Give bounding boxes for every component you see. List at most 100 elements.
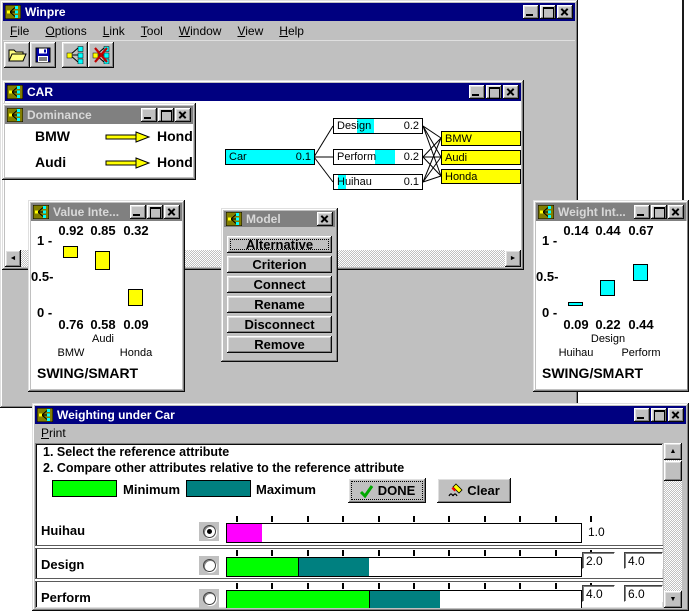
- maximum-color-swatch: [186, 480, 251, 497]
- max-value-field[interactable]: 4.0: [624, 552, 663, 569]
- maximum-bar: [298, 558, 369, 576]
- tree-node-audi[interactable]: Audi: [441, 150, 521, 165]
- dominance-arrow-icon: [105, 131, 151, 143]
- minimize-button[interactable]: [634, 408, 650, 422]
- close-button[interactable]: [668, 205, 684, 219]
- reference-radio[interactable]: [203, 592, 216, 605]
- remove-model-button[interactable]: [88, 42, 114, 68]
- min-value-field[interactable]: 2.0: [582, 552, 615, 569]
- node-label: Car: [229, 151, 247, 163]
- tree-node-perform[interactable]: Perform 0.2: [333, 149, 423, 165]
- minimize-button[interactable]: [469, 85, 485, 99]
- menu-options[interactable]: Options: [43, 23, 88, 39]
- vertical-scrollbar[interactable]: ▲ ▼: [664, 443, 682, 608]
- scroll-right-button[interactable]: ►: [505, 250, 521, 267]
- connect-button[interactable]: Connect: [227, 276, 332, 293]
- rename-button[interactable]: Rename: [227, 296, 332, 313]
- clear-label: Clear: [467, 483, 500, 498]
- maximize-button[interactable]: [651, 205, 667, 219]
- maximize-button[interactable]: [651, 408, 667, 422]
- scrollbar-thumb[interactable]: [664, 461, 682, 481]
- dominance-content: BMW Honda Audi Honda: [5, 124, 193, 177]
- close-button[interactable]: [503, 85, 519, 99]
- alternative-button[interactable]: Alternative: [227, 236, 332, 253]
- weighting-row-design: Design 2.0 4.0: [35, 547, 663, 580]
- category-label: Honda: [109, 347, 163, 359]
- minimize-button[interactable]: [130, 205, 146, 219]
- minimize-button[interactable]: [634, 205, 650, 219]
- car-titlebar[interactable]: CAR: [5, 83, 521, 101]
- max-value-field[interactable]: 6.0: [624, 585, 663, 602]
- menu-window[interactable]: Window: [177, 23, 224, 39]
- reference-radio[interactable]: [203, 525, 216, 538]
- interval-box: [568, 302, 583, 306]
- model-titlebar[interactable]: Model: [224, 211, 335, 227]
- menu-link[interactable]: Link: [101, 23, 127, 39]
- node-value: 0.1: [296, 151, 311, 163]
- weight-slider[interactable]: [226, 557, 582, 577]
- tree-node-bmw[interactable]: BMW: [441, 131, 521, 146]
- save-button[interactable]: [30, 42, 56, 68]
- tree-node-huihau[interactable]: Huihau 0.1: [333, 174, 423, 190]
- row-label: Huihau: [41, 523, 85, 538]
- app-icon: [5, 5, 21, 19]
- upper-bound-value: 0.92: [53, 223, 89, 238]
- model-tree-icon: [66, 46, 84, 64]
- minimize-button[interactable]: [141, 108, 157, 122]
- dominance-titlebar[interactable]: Dominance: [5, 106, 193, 124]
- close-button[interactable]: [164, 205, 180, 219]
- menu-file[interactable]: File: [8, 23, 31, 39]
- close-button[interactable]: [175, 108, 191, 122]
- done-button[interactable]: DONE: [348, 478, 426, 503]
- tree-node-car[interactable]: Car 0.1: [225, 149, 315, 165]
- menu-view[interactable]: View: [235, 23, 265, 39]
- lower-bound-value: 0.58: [85, 317, 121, 332]
- weighting-row-huihau: Huihau 1.0: [35, 513, 663, 546]
- weight-slider[interactable]: [226, 590, 582, 608]
- open-folder-icon: [8, 47, 27, 63]
- weight-slider[interactable]: [226, 523, 582, 543]
- maximum-bar: [369, 591, 440, 608]
- dominance-from: Audi: [35, 154, 66, 170]
- maximum-legend-label: Maximum: [256, 482, 316, 497]
- scale-ticks: [231, 583, 587, 589]
- main-titlebar[interactable]: Winpre: [3, 3, 575, 21]
- row-label: Design: [41, 557, 84, 572]
- maximize-button[interactable]: [158, 108, 174, 122]
- tree-node-honda[interactable]: Honda: [441, 169, 521, 184]
- main-window-title: Winpre: [25, 5, 522, 19]
- category-label: BMW: [44, 347, 98, 359]
- maximize-button[interactable]: [540, 5, 556, 19]
- value-titlebar[interactable]: Value Inte...: [31, 203, 182, 221]
- tree-node-design[interactable]: Design 0.2: [333, 118, 423, 134]
- open-button[interactable]: [4, 42, 30, 68]
- scroll-down-button[interactable]: ▼: [664, 591, 682, 608]
- node-label: Design: [337, 120, 371, 132]
- upper-bound-value: 0.44: [590, 223, 626, 238]
- node-label: Huihau: [337, 176, 372, 188]
- scroll-left-button[interactable]: ◄: [5, 250, 21, 267]
- scroll-up-button[interactable]: ▲: [664, 443, 682, 460]
- weighting-titlebar[interactable]: Weighting under Car: [35, 406, 686, 424]
- upper-bound-value: 0.14: [558, 223, 594, 238]
- close-button[interactable]: [668, 408, 684, 422]
- maximize-button[interactable]: [147, 205, 163, 219]
- remove-button[interactable]: Remove: [227, 336, 332, 353]
- node-value: 0.2: [404, 151, 419, 163]
- disconnect-button[interactable]: Disconnect: [227, 316, 332, 333]
- model-tree-button[interactable]: [62, 42, 88, 68]
- menu-tool[interactable]: Tool: [139, 23, 165, 39]
- close-button[interactable]: [557, 5, 573, 19]
- maximize-button[interactable]: [486, 85, 502, 99]
- menu-print[interactable]: Print: [39, 425, 68, 441]
- weight-intervals-window: Weight Int... 0.14 0.44 0.67 1 - 0.5- 0 …: [533, 200, 689, 392]
- weight-titlebar[interactable]: Weight Int...: [536, 203, 686, 221]
- clear-button[interactable]: Clear: [437, 478, 511, 503]
- menu-help[interactable]: Help: [277, 23, 306, 39]
- weighting-row-perform: Perform 4.0 6.0: [35, 580, 663, 608]
- reference-radio[interactable]: [203, 559, 216, 572]
- close-button[interactable]: [317, 212, 333, 226]
- minimize-button[interactable]: [523, 5, 539, 19]
- min-value-field[interactable]: 4.0: [582, 585, 615, 602]
- criterion-button[interactable]: Criterion: [227, 256, 332, 273]
